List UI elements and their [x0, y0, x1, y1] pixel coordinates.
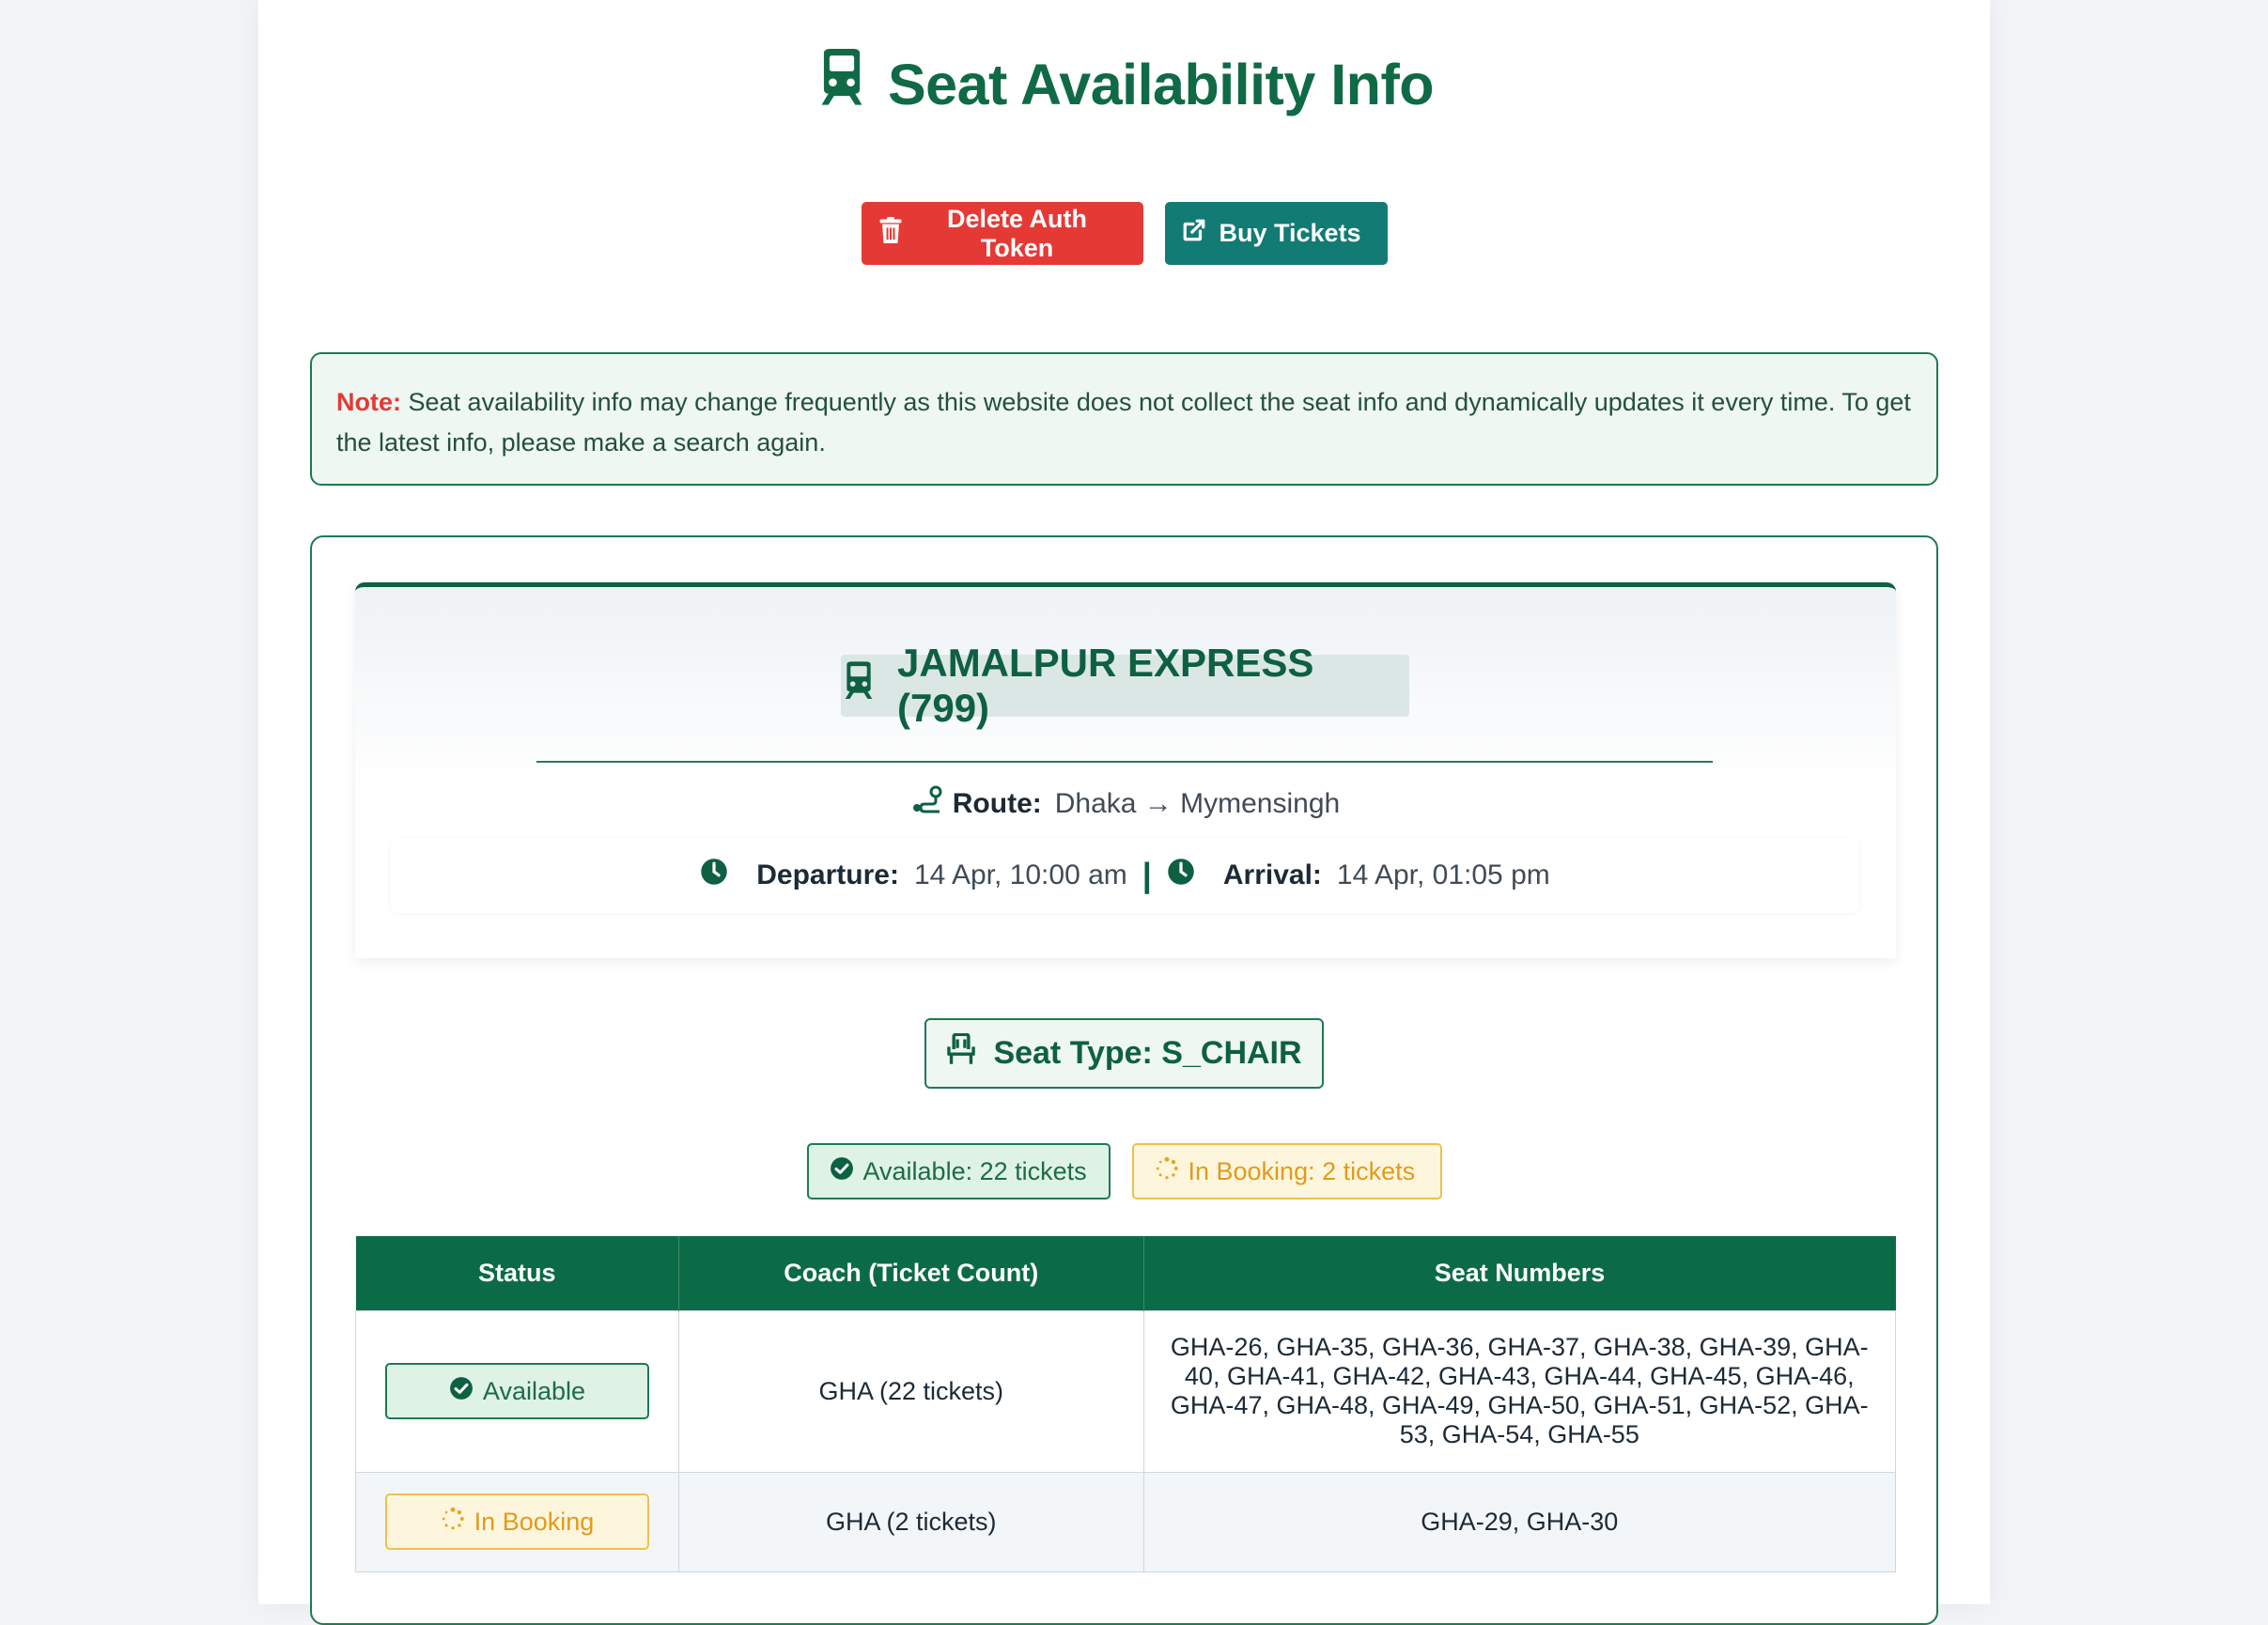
- check-circle-icon: [449, 1376, 474, 1407]
- delete-auth-token-button[interactable]: Delete Auth Token: [861, 202, 1143, 265]
- table-row: Available GHA (22 tickets) GHA-26, GHA-3…: [355, 1309, 1897, 1473]
- route-label: Route:: [952, 788, 1042, 819]
- buy-tickets-label: Buy Tickets: [1219, 219, 1361, 247]
- clock-icon: [1167, 858, 1195, 893]
- train-name-badge: JAMALPUR EXPRESS (799): [841, 641, 1409, 730]
- seat-type-label: Seat Type: S_CHAIR: [993, 1035, 1302, 1071]
- status-badge-in-booking: In Booking: [384, 1493, 649, 1550]
- buy-tickets-button[interactable]: Buy Tickets: [1164, 202, 1388, 265]
- spinner-icon: [441, 1507, 465, 1538]
- page-title-text: Seat Availability Info: [887, 53, 1435, 116]
- coach-cell: GHA (2 tickets): [677, 1471, 1144, 1572]
- page-container: Seat Availability Info Delete Auth Token: [258, 0, 1990, 1625]
- seat-numbers-cell: GHA-29, GHA-30: [1142, 1471, 1897, 1572]
- note-box: Note: Seat availability info may change …: [310, 352, 1938, 486]
- seat-numbers-cell: GHA-26, GHA-35, GHA-36, GHA-37, GHA-38, …: [1142, 1309, 1897, 1473]
- status-text: In Booking: [474, 1507, 595, 1536]
- table-header-row: Status Coach (Ticket Count) Seat Numbers: [355, 1236, 1896, 1310]
- note-text: Seat availability info may change freque…: [336, 388, 1911, 457]
- clock-icon: [700, 858, 728, 893]
- schedule-row: Departure: 14 Apr, 10:00 am | Arrival: 1…: [391, 838, 1859, 913]
- train-card: JAMALPUR EXPRESS (799) Route: Dhaka → My…: [310, 535, 1938, 1625]
- status-badge-available: Available: [384, 1363, 649, 1419]
- page-title: Seat Availability Info: [258, 47, 1990, 122]
- available-count-text: Available: 22 tickets: [862, 1156, 1087, 1185]
- arrival-label: Arrival:: [1222, 859, 1322, 890]
- availability-summary: Available: 22 tickets In Booking: 2 tick…: [312, 1143, 1936, 1199]
- spinner-icon: [1155, 1156, 1179, 1187]
- departure-label: Departure:: [756, 859, 899, 890]
- delete-auth-token-label: Delete Auth Token: [946, 204, 1087, 262]
- route-row: Route: Dhaka → Mymensingh: [355, 782, 1896, 826]
- seat-type-badge: Seat Type: S_CHAIR: [924, 1018, 1324, 1089]
- train-icon: [841, 661, 877, 710]
- check-circle-icon: [830, 1156, 854, 1187]
- divider: [536, 761, 1713, 763]
- seat-icon: [946, 1032, 976, 1074]
- status-text: Available: [482, 1376, 586, 1405]
- column-header-seat-numbers: Seat Numbers: [1143, 1236, 1896, 1310]
- status-cell: Available: [355, 1309, 679, 1473]
- trash-icon: [878, 217, 903, 250]
- status-cell: In Booking: [355, 1471, 679, 1572]
- external-link-icon: [1182, 217, 1206, 250]
- in-booking-count-pill: In Booking: 2 tickets: [1131, 1143, 1442, 1199]
- route-icon: [911, 785, 943, 823]
- available-count-pill: Available: 22 tickets: [806, 1143, 1111, 1199]
- column-header-status: Status: [355, 1236, 679, 1310]
- table-row: In Booking GHA (2 tickets) GHA-29, GHA-3…: [355, 1471, 1897, 1572]
- coach-cell: GHA (22 tickets): [677, 1309, 1144, 1473]
- train-info-panel: JAMALPUR EXPRESS (799) Route: Dhaka → My…: [355, 582, 1896, 958]
- time-separator: |: [1142, 856, 1152, 894]
- action-bar: Delete Auth Token Buy Tickets: [258, 202, 1990, 265]
- departure-value: 14 Apr, 10:00 am: [913, 859, 1127, 890]
- column-header-coach: Coach (Ticket Count): [678, 1236, 1144, 1310]
- in-booking-count-text: In Booking: 2 tickets: [1188, 1156, 1416, 1185]
- train-icon: [815, 49, 869, 120]
- note-label: Note:: [336, 388, 401, 416]
- arrival-value: 14 Apr, 01:05 pm: [1336, 859, 1550, 890]
- route-value: Dhaka → Mymensingh: [1054, 788, 1341, 819]
- seat-table: Status Coach (Ticket Count) Seat Numbers…: [355, 1236, 1897, 1572]
- train-name: JAMALPUR EXPRESS (799): [897, 641, 1314, 730]
